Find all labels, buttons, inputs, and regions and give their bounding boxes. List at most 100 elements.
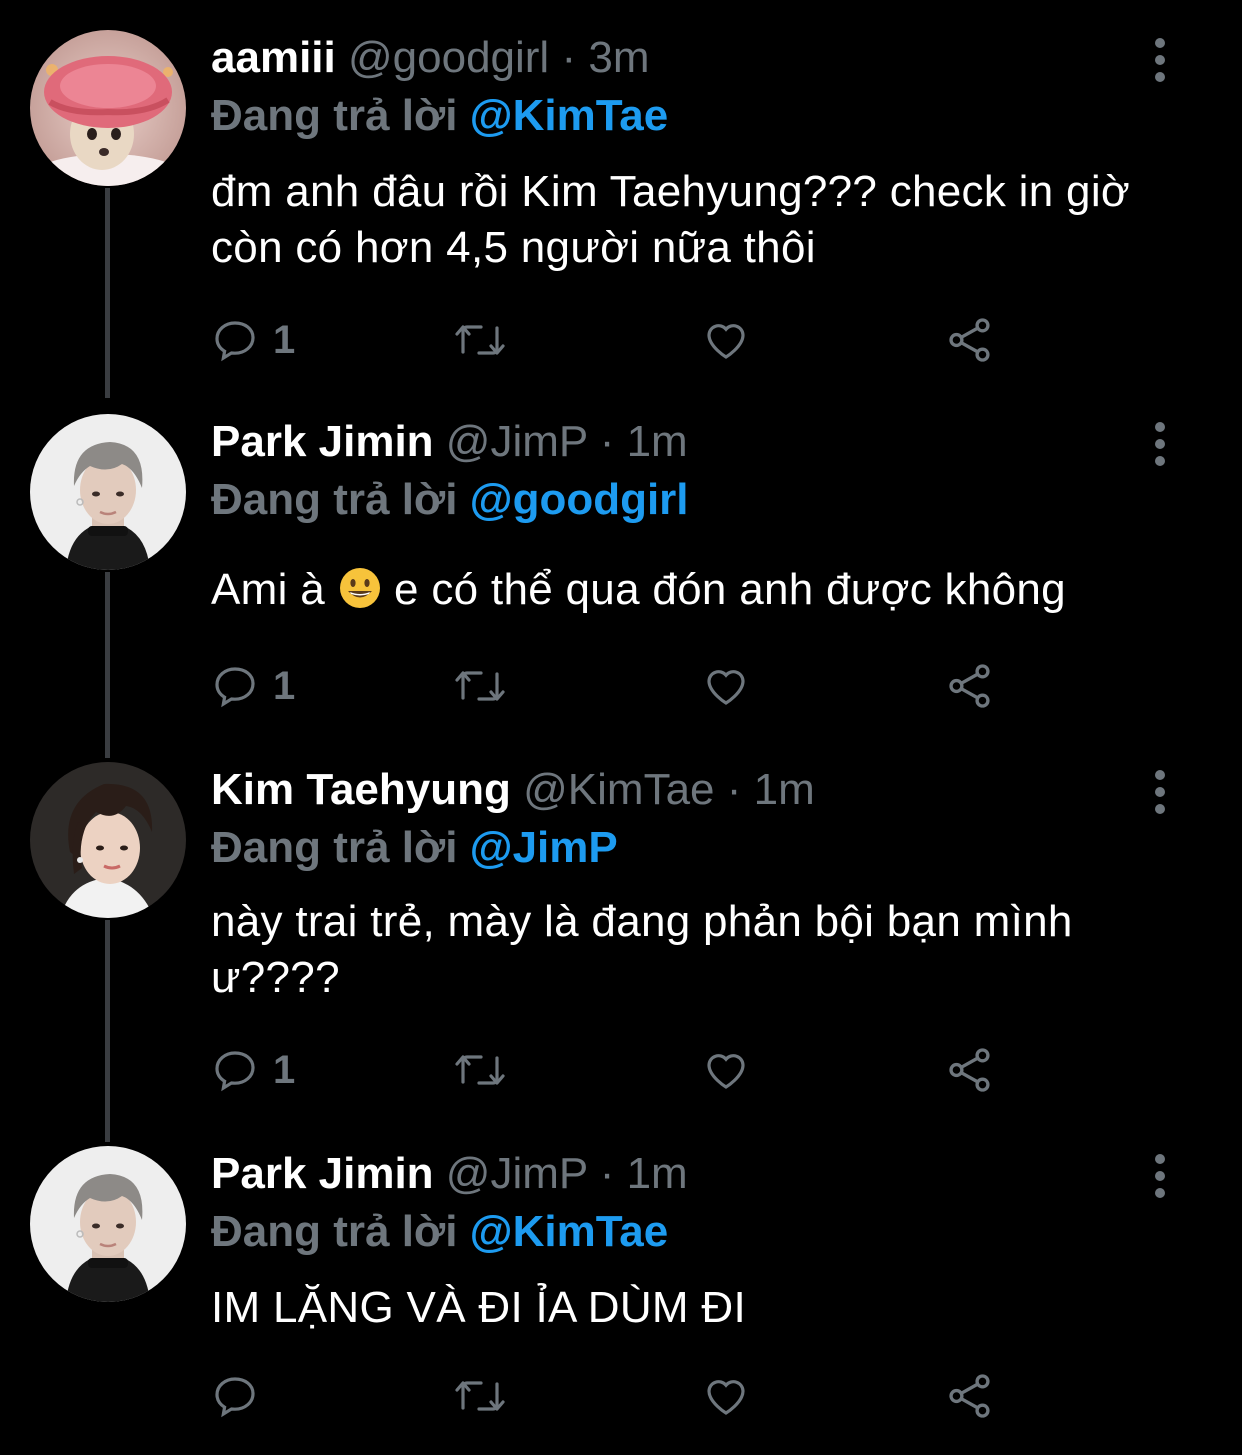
separator-dot: · — [561, 33, 577, 82]
tweet-text: đm anh đâu rồi Kim Taehyung??? check in … — [211, 167, 1131, 272]
more-dot — [1155, 804, 1165, 814]
timestamp[interactable]: 1m — [627, 1149, 688, 1198]
display-name[interactable]: Park Jimin — [211, 1149, 434, 1198]
replying-to: Đang trả lời @JimP — [211, 822, 618, 874]
tweet-text: IM LẶNG VÀ ĐI ỈA DÙM ĐI — [211, 1283, 746, 1332]
display-name[interactable]: Kim Taehyung — [211, 765, 511, 814]
replying-to: Đang trả lời @KimTae — [211, 90, 668, 142]
separator-dot: · — [726, 765, 742, 814]
thread-line — [105, 920, 110, 1142]
action-bar: 1 — [211, 660, 1011, 712]
replying-to-label: Đang trả lời — [211, 823, 458, 872]
reply-icon — [215, 1377, 255, 1418]
timestamp[interactable]: 1m — [627, 417, 688, 466]
avatar[interactable] — [30, 762, 186, 918]
share-icon — [949, 318, 990, 362]
heart-icon — [707, 324, 745, 359]
share-button[interactable] — [945, 660, 995, 712]
reply-button[interactable]: 1 — [211, 1044, 295, 1096]
retweet-button[interactable] — [453, 1370, 507, 1422]
reply-icon — [215, 321, 255, 362]
replying-to: Đang trả lời @goodgirl — [211, 474, 689, 526]
more-dot — [1155, 770, 1165, 780]
heart-icon — [707, 670, 745, 705]
retweet-button[interactable] — [453, 660, 507, 712]
reply-count: 1 — [273, 1047, 296, 1092]
replying-to-handle[interactable]: @JimP — [470, 823, 618, 872]
more-dot — [1155, 55, 1165, 65]
more-options-button[interactable] — [1142, 1154, 1178, 1198]
heart-icon — [707, 1054, 745, 1089]
replying-to-handle[interactable]: @goodgirl — [470, 475, 689, 524]
tweet-text: này trai trẻ, mày là đang phản bội bạn m… — [211, 897, 1073, 1002]
reply-button[interactable]: 1 — [211, 314, 295, 366]
reply-count: 1 — [273, 317, 296, 362]
reply-button[interactable]: 1 — [211, 660, 295, 712]
heart-icon — [707, 1380, 745, 1415]
display-name[interactable]: Park Jimin — [211, 417, 434, 466]
like-button[interactable] — [701, 1044, 751, 1096]
separator-dot: · — [599, 417, 615, 466]
share-icon — [949, 664, 990, 708]
retweet-icon — [455, 671, 505, 701]
more-dot — [1155, 1154, 1165, 1164]
tweet-text-part: Ami à — [211, 565, 325, 614]
share-icon — [949, 1374, 990, 1418]
chihuahua-shower-cap-avatar-icon — [30, 30, 186, 186]
like-button[interactable] — [701, 314, 751, 366]
retweet-icon — [455, 1055, 505, 1085]
avatar[interactable] — [30, 30, 186, 186]
like-button[interactable] — [701, 660, 751, 712]
action-bar: 1 — [211, 1044, 1011, 1096]
more-options-button[interactable] — [1142, 422, 1178, 466]
thread-line — [105, 572, 110, 758]
avatar[interactable] — [30, 414, 186, 570]
more-dot — [1155, 456, 1165, 466]
tweet-header: aamiii @goodgirl · 3m — [211, 32, 649, 84]
tweet-text-part: e có thể qua đón anh được không — [394, 565, 1066, 614]
tweet-header: Park Jimin @JimP · 1m — [211, 1148, 688, 1200]
park-jimin-avatar-icon — [30, 414, 186, 570]
retweet-icon — [455, 325, 505, 355]
action-bar — [211, 1370, 1011, 1422]
share-button[interactable] — [945, 314, 995, 366]
share-button[interactable] — [945, 1044, 995, 1096]
retweet-button[interactable] — [453, 314, 507, 366]
share-button[interactable] — [945, 1370, 995, 1422]
thread-line — [105, 188, 110, 398]
more-dot — [1155, 787, 1165, 797]
user-handle[interactable]: @JimP — [446, 1149, 588, 1198]
tweet-header: Kim Taehyung @KimTae · 1m — [211, 764, 815, 816]
replying-to-label: Đang trả lời — [211, 91, 458, 140]
avatar[interactable] — [30, 1146, 186, 1302]
reply-icon — [215, 1051, 255, 1092]
replying-to-label: Đang trả lời — [211, 475, 458, 524]
timestamp[interactable]: 3m — [588, 33, 649, 82]
kim-taehyung-avatar-icon — [30, 762, 186, 918]
replying-to-handle[interactable]: @KimTae — [470, 91, 669, 140]
tweet-header: Park Jimin @JimP · 1m — [211, 416, 688, 468]
more-dot — [1155, 38, 1165, 48]
share-icon — [949, 1048, 990, 1092]
action-bar: 1 — [211, 314, 1011, 366]
like-button[interactable] — [701, 1370, 751, 1422]
user-handle[interactable]: @KimTae — [523, 765, 714, 814]
replying-to-label: Đang trả lời — [211, 1207, 458, 1256]
reply-button[interactable] — [211, 1370, 273, 1422]
more-options-button[interactable] — [1142, 770, 1178, 814]
user-handle[interactable]: @goodgirl — [348, 33, 549, 82]
tweet-text: Ami à e có thể qua đón anh được không — [211, 562, 1201, 618]
user-handle[interactable]: @JimP — [446, 417, 588, 466]
retweet-button[interactable] — [453, 1044, 507, 1096]
more-dot — [1155, 422, 1165, 432]
more-options-button[interactable] — [1142, 38, 1178, 82]
retweet-icon — [455, 1381, 505, 1411]
separator-dot: · — [599, 1149, 615, 1198]
display-name[interactable]: aamiii — [211, 33, 336, 82]
timestamp[interactable]: 1m — [754, 765, 815, 814]
more-dot — [1155, 1188, 1165, 1198]
reply-count: 1 — [273, 663, 296, 708]
replying-to-handle[interactable]: @KimTae — [470, 1207, 669, 1256]
more-dot — [1155, 439, 1165, 449]
park-jimin-avatar-icon — [30, 1146, 186, 1302]
